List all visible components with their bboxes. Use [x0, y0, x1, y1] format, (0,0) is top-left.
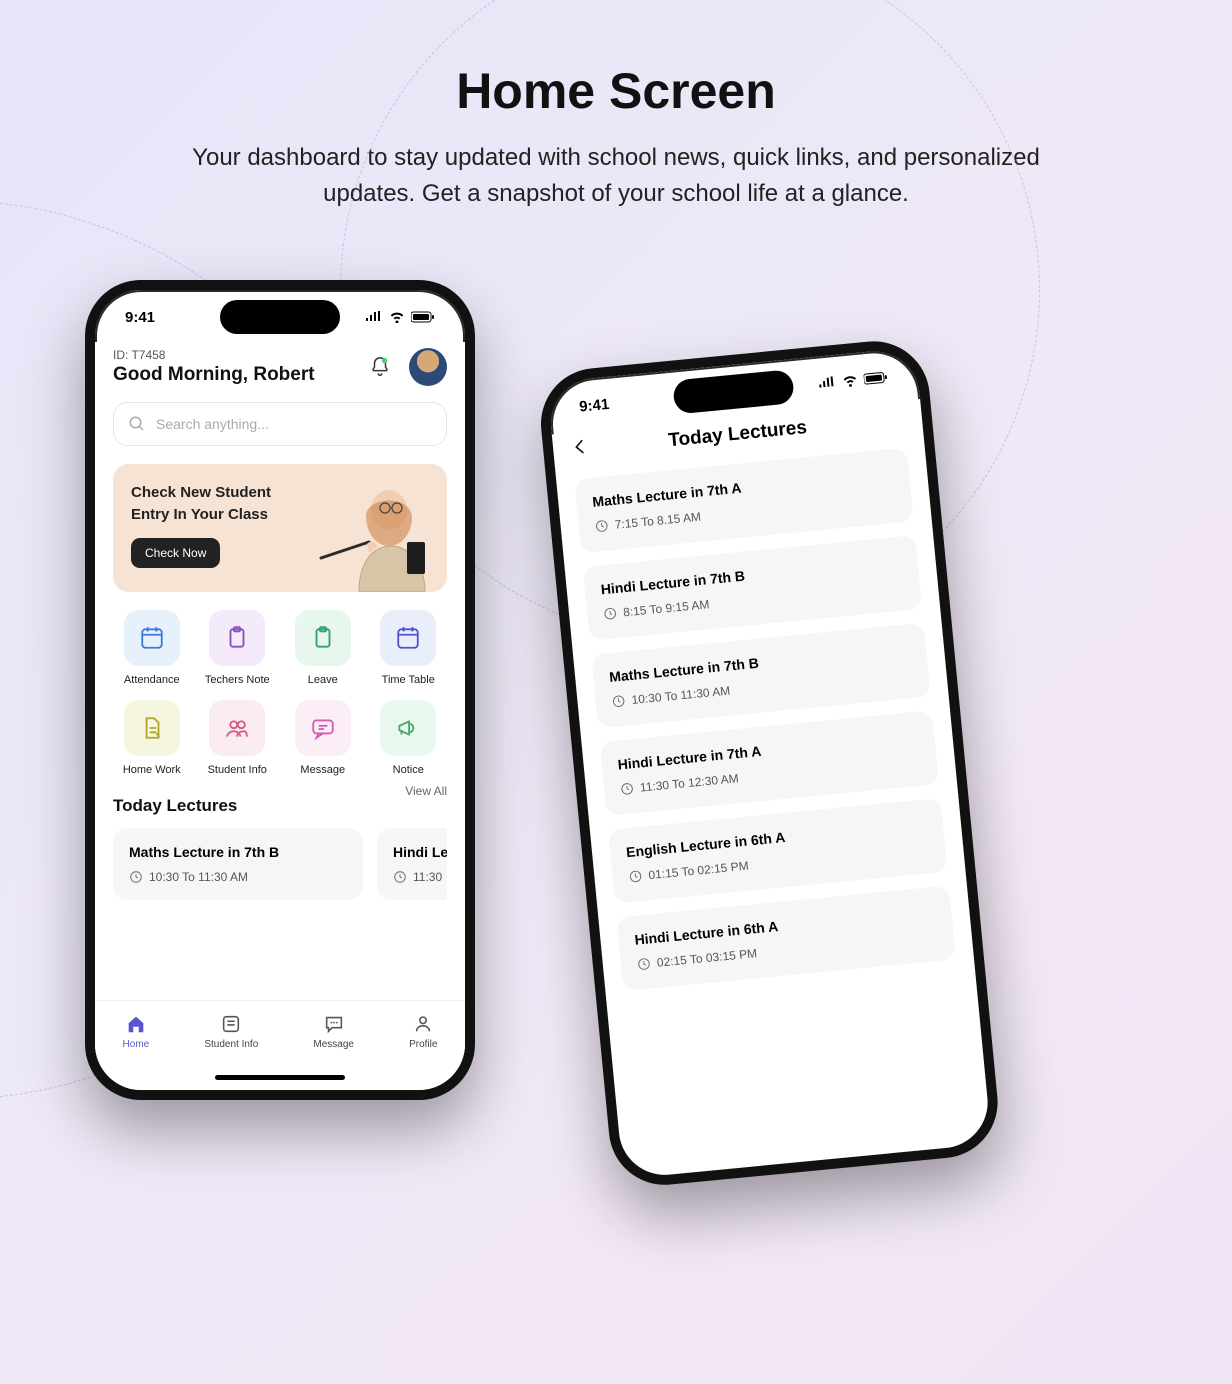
tile-notice[interactable]: Notice — [370, 700, 448, 776]
tile-label: Time Table — [382, 674, 435, 686]
tile-label: Leave — [308, 674, 338, 686]
nav-icon — [220, 1013, 242, 1035]
lecture-card[interactable]: Maths Lecture in 7th A 7:15 To 8.15 AM — [574, 447, 914, 553]
lecture-card[interactable]: Hindi Lecture in 6th A 02:15 To 03:15 PM — [616, 885, 956, 991]
check-now-button[interactable]: Check Now — [131, 538, 220, 568]
lecture-card[interactable]: English Lecture in 6th A 01:15 To 02:15 … — [608, 798, 948, 904]
tile-label: Home Work — [123, 764, 181, 776]
nav-label: Home — [123, 1039, 150, 1050]
clock-icon — [636, 956, 651, 971]
banner-card[interactable]: Check New Student Entry In Your Class Ch… — [113, 464, 447, 592]
megaphone-icon — [395, 715, 421, 741]
nav-message[interactable]: Message — [313, 1013, 354, 1050]
tile-label: Attendance — [124, 674, 180, 686]
page-title: Home Screen — [0, 0, 1232, 120]
notification-bell-button[interactable] — [363, 350, 397, 384]
lecture-card[interactable]: Maths Lecture in 7th B 10:30 To 11:30 AM — [113, 828, 363, 900]
home-indicator — [215, 1075, 345, 1080]
clock-icon — [611, 694, 626, 709]
chevron-left-icon — [570, 437, 590, 457]
status-icons — [365, 311, 435, 323]
nav-student info[interactable]: Student Info — [204, 1013, 258, 1050]
clipboard-icon — [224, 625, 250, 651]
clock-icon — [594, 518, 609, 533]
tile-leave[interactable]: Leave — [284, 610, 362, 686]
search-placeholder: Search anything... — [156, 416, 269, 432]
clipboard-icon — [310, 625, 336, 651]
nav-label: Message — [313, 1039, 354, 1050]
tile-techers note[interactable]: Techers Note — [199, 610, 277, 686]
lectures-page-title: Today Lectures — [600, 410, 875, 458]
tile-student info[interactable]: Student Info — [199, 700, 277, 776]
lecture-time: 11:30 — [393, 870, 447, 884]
banner-title: Check New Student Entry In Your Class — [131, 482, 301, 526]
message-icon — [310, 715, 336, 741]
lecture-card[interactable]: Maths Lecture in 7th B 10:30 To 11:30 AM — [591, 623, 931, 729]
user-id: ID: T7458 — [113, 348, 315, 362]
avatar[interactable] — [409, 348, 447, 386]
today-lectures-heading: Today Lectures — [113, 796, 237, 816]
lecture-title: Hindi Le — [393, 844, 447, 860]
search-icon — [128, 415, 146, 433]
phone-mockup-lectures: 9:41 Today Lectures Maths Lecture in 7th… — [536, 336, 1003, 1190]
nav-icon — [323, 1013, 345, 1035]
tile-attendance[interactable]: Attendance — [113, 610, 191, 686]
tile-label: Notice — [393, 764, 424, 776]
tile-label: Message — [300, 764, 345, 776]
calendar-icon — [139, 625, 165, 651]
status-time: 9:41 — [578, 395, 610, 415]
status-time: 9:41 — [125, 309, 155, 326]
status-icons — [818, 371, 889, 390]
users-icon — [224, 715, 250, 741]
clock-icon — [603, 606, 618, 621]
lecture-time: 10:30 To 11:30 AM — [129, 870, 347, 884]
nav-home[interactable]: Home — [123, 1013, 150, 1050]
lecture-title: Maths Lecture in 7th B — [129, 844, 347, 860]
tile-message[interactable]: Message — [284, 700, 362, 776]
document-icon — [139, 715, 165, 741]
clock-icon — [619, 781, 634, 796]
tile-home work[interactable]: Home Work — [113, 700, 191, 776]
tile-label: Student Info — [208, 764, 267, 776]
calendar-icon — [395, 625, 421, 651]
bottom-nav: Home Student Info Message Profile — [95, 1000, 465, 1090]
phone-mockup-home: 9:41 ID: T7458 Good Morning, Robert — [85, 280, 475, 1100]
back-button[interactable] — [570, 436, 602, 462]
greeting: Good Morning, Robert — [113, 364, 315, 386]
lecture-card[interactable]: Hindi Lecture in 7th A 11:30 To 12:30 AM — [600, 710, 940, 816]
tile-time table[interactable]: Time Table — [370, 610, 448, 686]
tile-label: Techers Note — [205, 674, 270, 686]
banner-illustration — [311, 472, 441, 592]
clock-icon — [393, 870, 407, 884]
nav-label: Profile — [409, 1039, 437, 1050]
nav-profile[interactable]: Profile — [409, 1013, 437, 1050]
search-input[interactable]: Search anything... — [113, 402, 447, 446]
clock-icon — [129, 870, 143, 884]
lecture-card[interactable]: Hindi Lecture in 7th B 8:15 To 9:15 AM — [583, 535, 923, 641]
nav-icon — [125, 1013, 147, 1035]
nav-label: Student Info — [204, 1039, 258, 1050]
bell-icon — [369, 356, 391, 378]
view-all-link[interactable]: View All — [405, 784, 447, 798]
clock-icon — [628, 869, 643, 884]
page-subtitle: Your dashboard to stay updated with scho… — [191, 140, 1041, 212]
lecture-card[interactable]: Hindi Le 11:30 — [377, 828, 447, 900]
nav-icon — [412, 1013, 434, 1035]
